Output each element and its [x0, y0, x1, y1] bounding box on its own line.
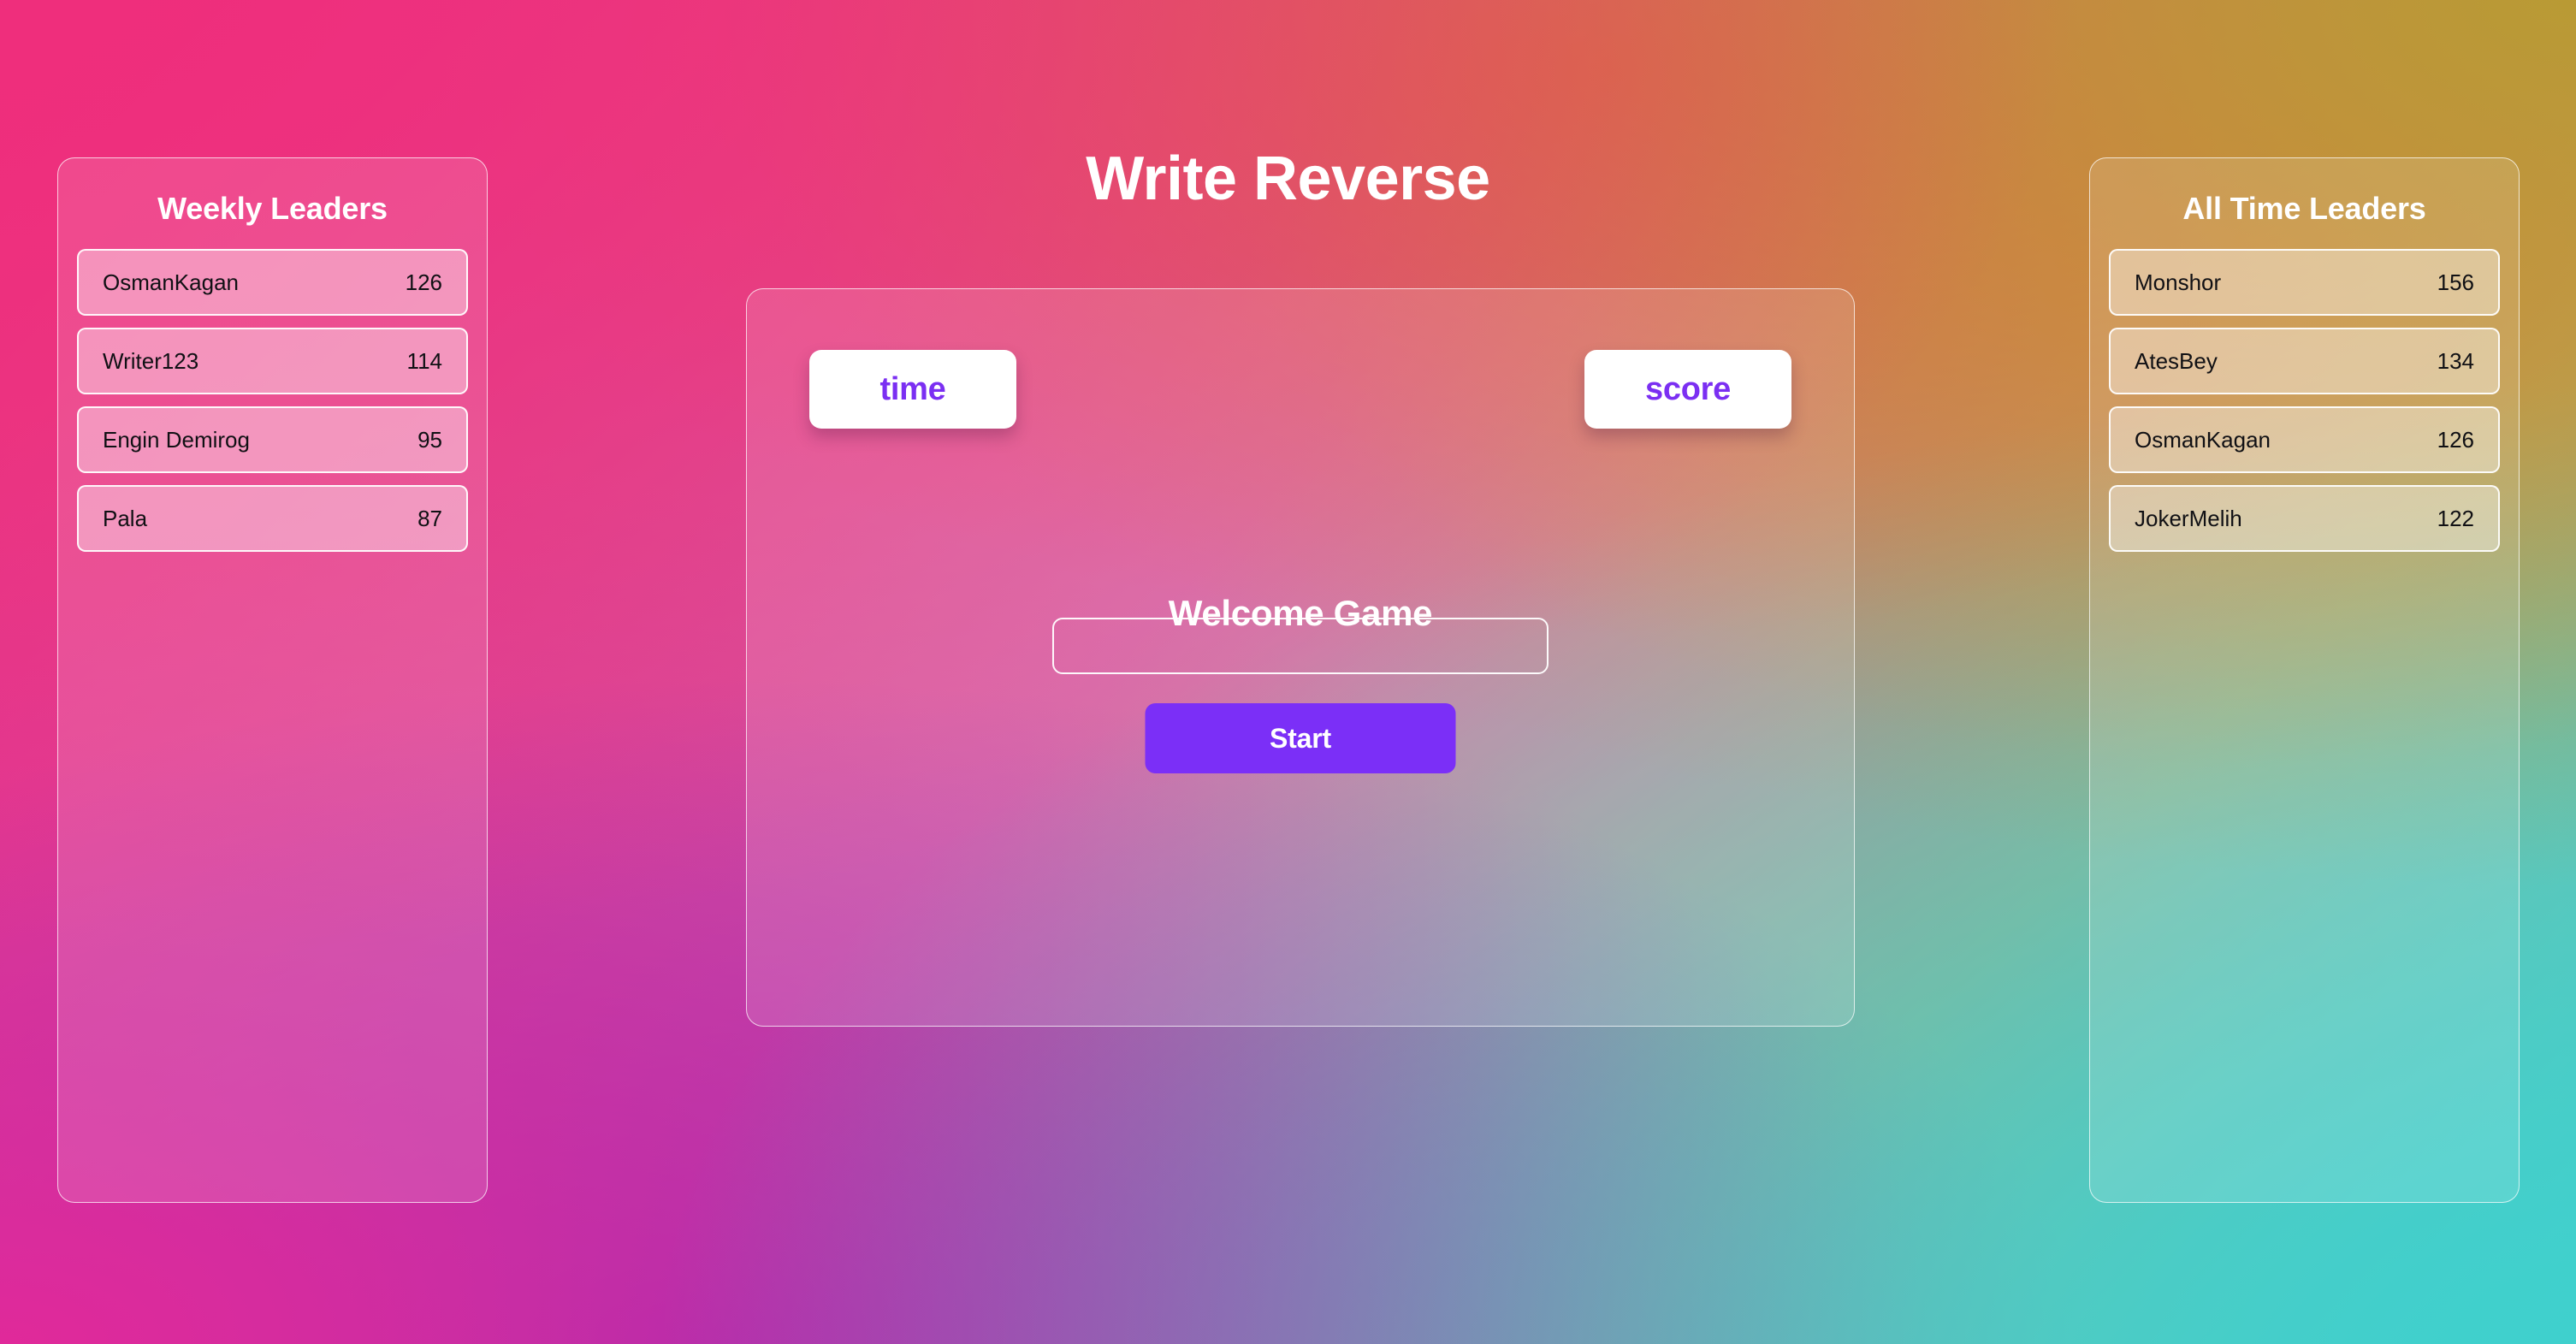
player-score: 122 — [2437, 505, 2474, 531]
table-row[interactable]: AtesBey 134 — [2109, 328, 2500, 394]
score-display: score — [1584, 350, 1791, 429]
table-row[interactable]: Monshor 156 — [2109, 249, 2500, 316]
weekly-leaderboard-panel: Weekly Leaders OsmanKagan 126 Writer123 … — [57, 157, 488, 1203]
player-name: Pala — [103, 505, 148, 531]
player-name: Writer123 — [103, 347, 199, 374]
game-panel: time score Welcome Game Start — [746, 288, 1855, 1027]
start-button[interactable]: Start — [1145, 703, 1456, 773]
alltime-leaderboard-list: Monshor 156 AtesBey 134 OsmanKagan 126 J… — [2090, 227, 2519, 552]
player-score: 134 — [2437, 347, 2474, 374]
player-score: 114 — [406, 347, 442, 374]
player-score: 126 — [405, 269, 442, 295]
player-score: 156 — [2437, 269, 2474, 295]
player-name: Monshor — [2135, 269, 2222, 295]
time-display: time — [809, 350, 1016, 429]
table-row[interactable]: OsmanKagan 126 — [77, 249, 468, 316]
player-name: JokerMelih — [2135, 505, 2242, 531]
player-name: Engin Demirog — [103, 426, 250, 453]
player-score: 95 — [417, 426, 442, 453]
player-name: OsmanKagan — [2135, 426, 2271, 453]
player-score: 87 — [417, 505, 442, 531]
player-score: 126 — [2437, 426, 2474, 453]
weekly-leaderboard-list: OsmanKagan 126 Writer123 114 Engin Demir… — [58, 227, 487, 552]
player-name: AtesBey — [2135, 347, 2218, 374]
alltime-leaderboard-panel: All Time Leaders Monshor 156 AtesBey 134… — [2089, 157, 2520, 1203]
table-row[interactable]: Writer123 114 — [77, 328, 468, 394]
table-row[interactable]: Pala 87 — [77, 485, 468, 552]
table-row[interactable]: JokerMelih 122 — [2109, 485, 2500, 552]
weekly-leaderboard-title: Weekly Leaders — [157, 191, 388, 226]
table-row[interactable]: Engin Demirog 95 — [77, 406, 468, 473]
table-row[interactable]: OsmanKagan 126 — [2109, 406, 2500, 473]
alltime-leaderboard-title: All Time Leaders — [2182, 191, 2426, 226]
word-input[interactable] — [1052, 618, 1549, 674]
app-background: Write Reverse Weekly Leaders OsmanKagan … — [0, 0, 2576, 1344]
player-name: OsmanKagan — [103, 269, 239, 295]
